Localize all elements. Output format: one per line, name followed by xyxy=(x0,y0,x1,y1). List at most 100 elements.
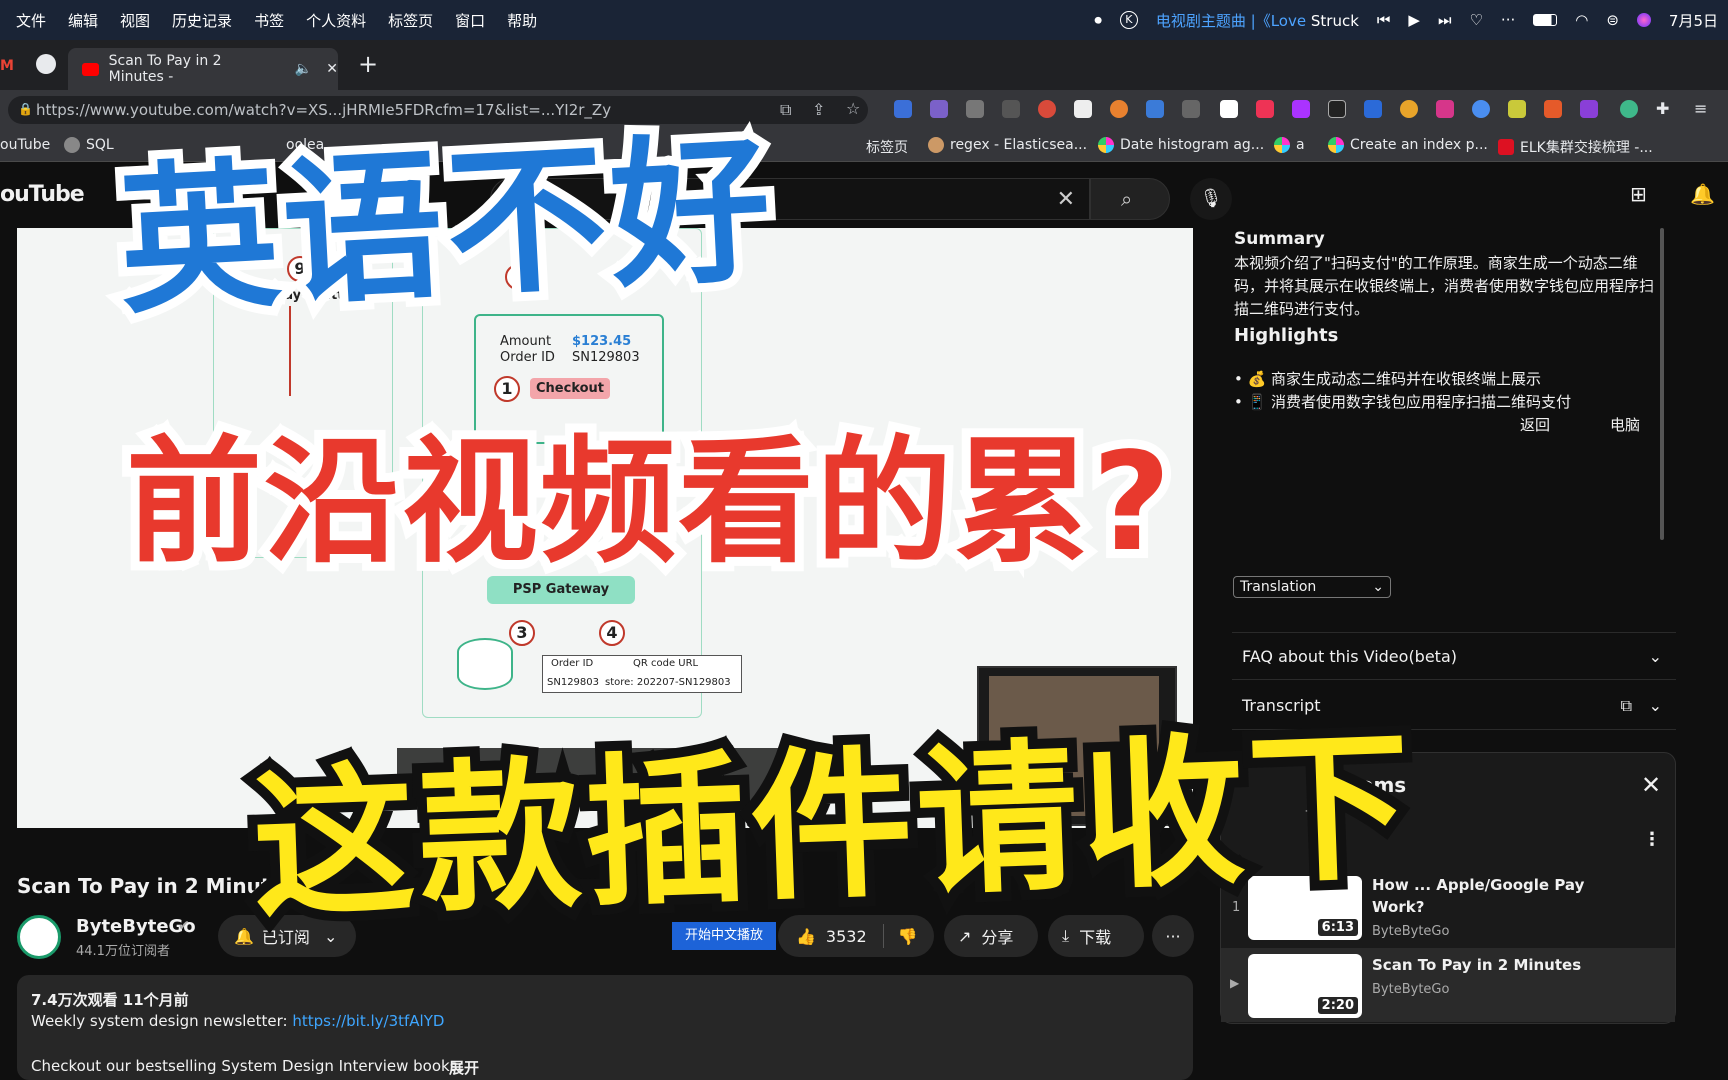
extension-box-icon[interactable] xyxy=(1364,100,1382,118)
share-icon[interactable]: ⇪ xyxy=(812,100,825,119)
create-video-icon[interactable]: ⊞ xyxy=(1630,182,1647,206)
view-stats: 7.4万次观看 11个月前 xyxy=(31,991,189,1009)
extension-jh-icon[interactable] xyxy=(894,100,912,118)
extension-glasses-icon[interactable] xyxy=(966,100,984,118)
menu-profile[interactable]: 个人资料 xyxy=(306,10,366,31)
expand-link[interactable]: 展开 xyxy=(449,1057,479,1078)
extension-face-icon[interactable] xyxy=(1400,100,1418,118)
notifications-bell-icon[interactable]: 🔔 xyxy=(1690,182,1715,206)
extension-4-icon[interactable] xyxy=(1620,100,1638,118)
extension-chat-icon[interactable] xyxy=(1472,100,1490,118)
bookmark-star-icon[interactable]: ☆ xyxy=(846,99,860,118)
faq-row[interactable]: FAQ about this Video(beta) ⌄ xyxy=(1232,632,1676,680)
translation-value: Translation xyxy=(1240,579,1317,595)
open-in-icon[interactable]: ⧉ xyxy=(780,100,791,120)
heart-icon[interactable]: ♡ xyxy=(1469,11,1482,29)
bookmark-youtube[interactable]: ouTube xyxy=(0,137,50,153)
playlist-thumbnail[interactable]: 2:20 xyxy=(1248,954,1362,1018)
download-label: 下载 xyxy=(1079,928,1112,947)
overlay-line-3: 这款插件请收下 xyxy=(240,703,1428,951)
playlist-item-title[interactable]: Scan To Pay in 2 Minutes xyxy=(1372,954,1581,976)
extension-firefox-icon[interactable] xyxy=(1110,100,1128,118)
bookmark-tabs[interactable]: 标签页 xyxy=(866,137,908,157)
now-playing[interactable]: 电视剧主题曲 |《Love Struck xyxy=(1156,10,1359,31)
extension-purple-icon[interactable] xyxy=(1580,100,1598,118)
mute-icon[interactable]: 🔈 xyxy=(295,61,312,77)
extension-b-icon[interactable] xyxy=(1256,100,1274,118)
youtube-logo[interactable]: ouTube xyxy=(0,182,85,207)
description-box[interactable]: 7.4万次观看 11个月前 Weekly system design newsl… xyxy=(17,975,1193,1080)
bookmark-create-index[interactable]: Create an index p... xyxy=(1328,137,1488,153)
mic-icon[interactable]: 🎙 xyxy=(1190,178,1232,220)
next-track-icon[interactable]: ⏭ xyxy=(1438,11,1452,29)
playlist-item-channel[interactable]: ByteByteGo xyxy=(1372,924,1449,939)
play-icon[interactable]: ▶ xyxy=(1408,11,1420,29)
scrollbar[interactable] xyxy=(1660,228,1664,540)
menu-help[interactable]: 帮助 xyxy=(507,10,537,31)
extension-cat-icon[interactable] xyxy=(930,100,948,118)
playlist-item-channel[interactable]: ByteByteGo xyxy=(1372,982,1449,997)
control-center-icon[interactable]: ⊜ xyxy=(1606,11,1619,29)
menu-bookmarks[interactable]: 书签 xyxy=(254,10,284,31)
verified-icon: ✔ xyxy=(178,918,190,934)
more-actions-button[interactable]: ··· xyxy=(1152,915,1194,957)
bookmark-sql[interactable]: SQL xyxy=(64,137,114,153)
previous-track-icon[interactable]: ⏮ xyxy=(1377,11,1391,29)
extension-bars-icon[interactable] xyxy=(1508,100,1526,118)
copy-icon[interactable]: ⧉ xyxy=(1621,696,1632,716)
bookmark-elk[interactable]: ELK集群交接梳理 -... xyxy=(1498,137,1653,157)
extension-translate-icon[interactable] xyxy=(1436,100,1454,118)
bookmark-a[interactable]: a xyxy=(1274,137,1305,153)
like-count[interactable]: 3532 xyxy=(826,927,867,946)
gmail-icon[interactable]: M xyxy=(0,58,14,74)
newsletter-link[interactable]: https://bit.ly/3tfAlYD xyxy=(292,1012,444,1030)
reading-list-icon[interactable]: ≡ xyxy=(1694,99,1707,118)
extension-c-icon[interactable] xyxy=(1220,100,1238,118)
close-playlist-icon[interactable]: ✕ xyxy=(1641,771,1661,799)
menu-window[interactable]: 窗口 xyxy=(455,10,485,31)
menu-file[interactable]: 文件 xyxy=(16,10,46,31)
extension-notion-icon[interactable] xyxy=(1074,100,1092,118)
menu-view[interactable]: 视图 xyxy=(120,10,150,31)
close-tab-icon[interactable]: ✕ xyxy=(326,61,338,77)
bookmark-favicon-icon xyxy=(64,137,80,153)
menu-tabs[interactable]: 标签页 xyxy=(388,10,433,31)
download-button[interactable]: ⤓ 下载 xyxy=(1048,915,1144,957)
extension-tree-icon[interactable] xyxy=(1182,100,1200,118)
search-button[interactable]: ⌕ xyxy=(1090,178,1170,220)
step-3-marker: 3 xyxy=(509,620,535,646)
bookmark-favicon-icon xyxy=(1274,137,1290,153)
now-playing-icon: ▶ xyxy=(1230,976,1240,990)
channel-avatar[interactable] xyxy=(17,915,61,959)
siri-icon[interactable] xyxy=(1636,13,1651,27)
extension-ring-icon[interactable] xyxy=(1292,100,1310,118)
download-icon: ⤓ xyxy=(1062,926,1070,945)
more-icon[interactable]: ··· xyxy=(1501,11,1515,29)
translation-select[interactable]: Translation ⌄ xyxy=(1233,576,1391,598)
menu-edit[interactable]: 编辑 xyxy=(68,10,98,31)
search-icon: ⌕ xyxy=(1121,187,1133,211)
k-icon[interactable]: K xyxy=(1119,11,1138,29)
extension-doc-icon[interactable] xyxy=(1002,100,1020,118)
extension-shield-icon[interactable] xyxy=(1328,100,1346,118)
extensions-puzzle-icon[interactable]: ✚ xyxy=(1656,99,1669,118)
battery-icon[interactable] xyxy=(1533,14,1558,26)
extension-chrome-icon[interactable] xyxy=(1038,100,1056,118)
duration-badge: 2:20 xyxy=(1317,997,1358,1014)
tab-active[interactable]: Scan To Pay in 2 Minutes - 🔈 ✕ xyxy=(68,48,338,90)
clear-search-icon[interactable]: ✕ xyxy=(1057,187,1075,212)
github-icon[interactable] xyxy=(36,54,56,74)
menu-history[interactable]: 历史记录 xyxy=(172,10,232,31)
bookmark-regex[interactable]: regex - Elasticsea... xyxy=(928,137,1087,153)
extension-off-icon[interactable] xyxy=(1544,100,1562,118)
new-tab-button[interactable]: + xyxy=(358,50,378,78)
playlist-menu-icon[interactable]: ⋮ xyxy=(1643,829,1661,850)
extension-calendar-icon[interactable] xyxy=(1146,100,1164,118)
order-table: Order ID QR code URL SN129803 store: 202… xyxy=(542,655,742,693)
wifi-icon[interactable]: ◠ xyxy=(1575,11,1588,29)
bookmark-date-histogram[interactable]: Date histogram ag... xyxy=(1098,137,1264,153)
macos-menubar: 文件 编辑 视图 历史记录 书签 个人资料 标签页 窗口 帮助 ⏺ K 电视剧主… xyxy=(0,0,1728,40)
stop-icon[interactable]: ⏺ xyxy=(1094,11,1102,29)
chevron-down-icon: ⌄ xyxy=(1648,646,1662,666)
thumbs-down-icon[interactable]: 👎 xyxy=(898,927,918,946)
